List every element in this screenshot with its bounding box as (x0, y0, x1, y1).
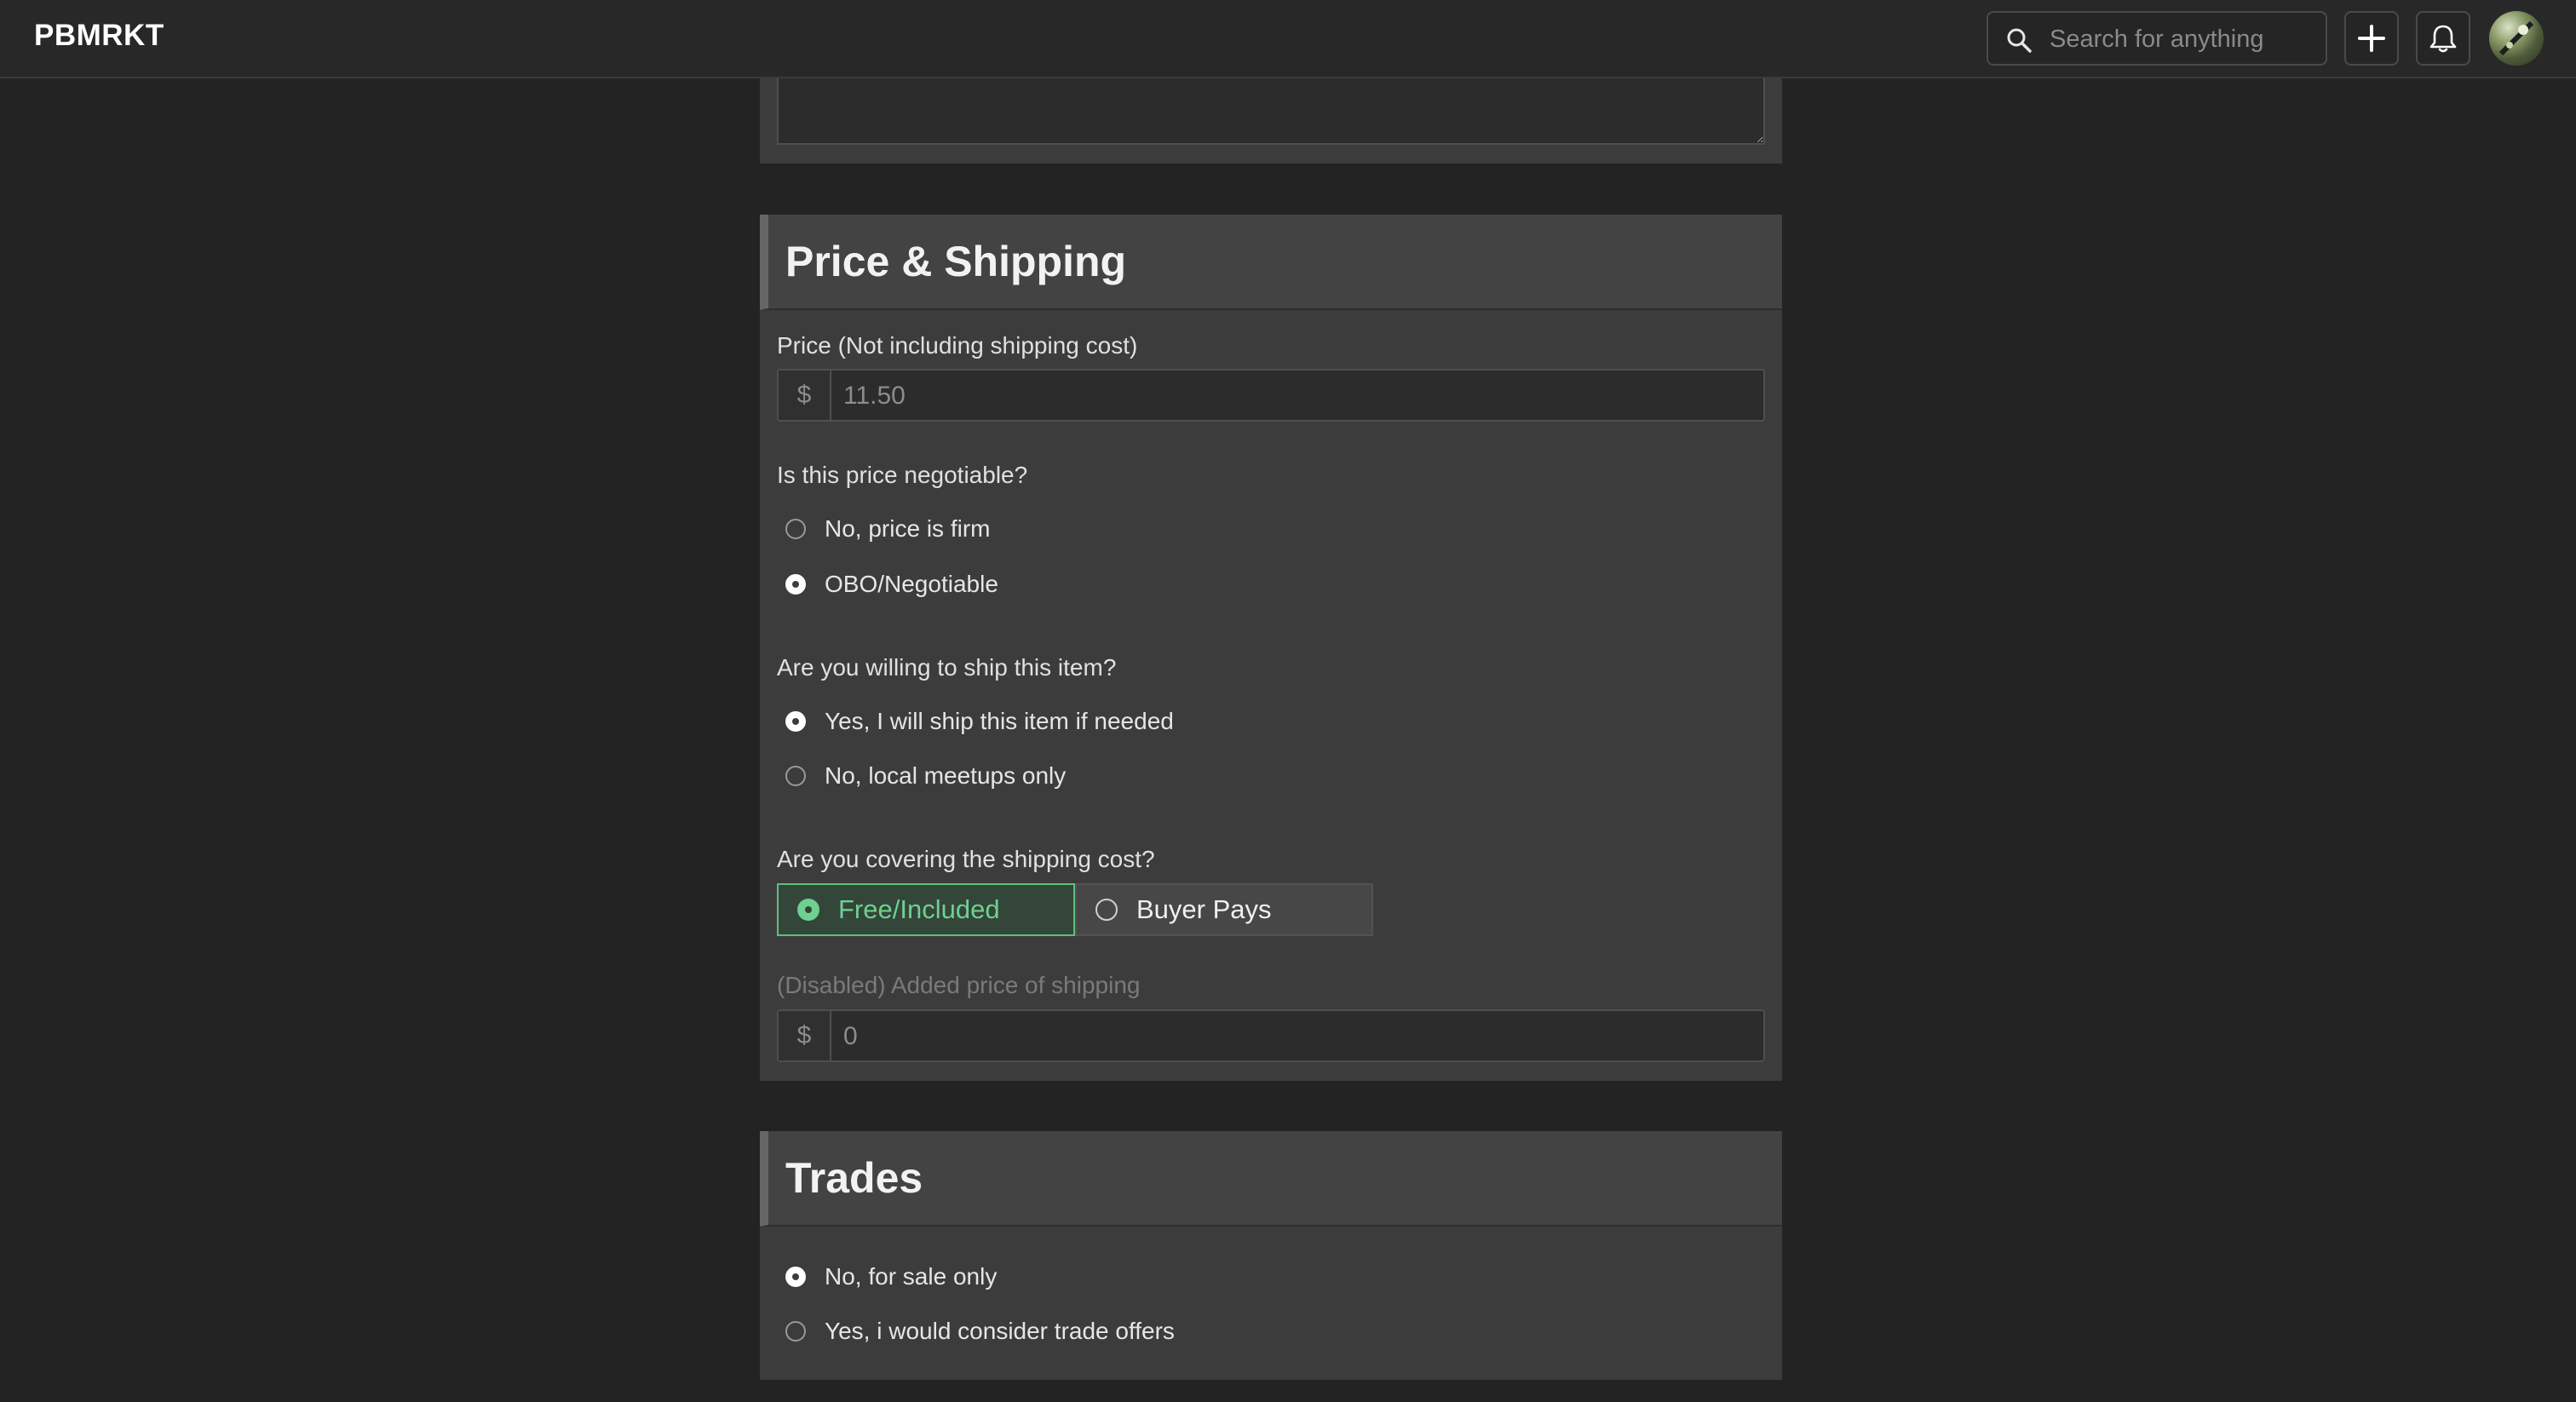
price-input-group: $ (777, 369, 1765, 422)
top-navbar: PBMRKT (0, 0, 2576, 78)
option-label: Free/Included (838, 894, 1000, 924)
added-shipping-input (842, 1018, 1748, 1055)
radio-label: No, for sale only (825, 1263, 998, 1290)
search-icon (2007, 28, 2032, 53)
radio-label: Yes, I will ship this item if needed (825, 708, 1174, 734)
shipping-cost-toggle: Free/Included Buyer Pays (777, 883, 1373, 936)
section-title: Price & Shipping (785, 238, 1127, 285)
avatar-image-icon (2498, 20, 2534, 56)
radio-label: OBO/Negotiable (825, 571, 998, 597)
radio-selected-icon (797, 899, 819, 921)
radio-icon (785, 766, 806, 786)
trades-header: Trades (760, 1131, 1782, 1227)
radio-icon (785, 519, 806, 539)
search-input[interactable] (2048, 20, 2315, 59)
currency-symbol: $ (779, 371, 831, 420)
radio-label: No, local meetups only (825, 762, 1067, 789)
radio-will-ship[interactable]: Yes, I will ship this item if needed (785, 704, 1174, 738)
option-label: Buyer Pays (1136, 894, 1272, 924)
currency-symbol: $ (779, 1011, 831, 1060)
brand-logo[interactable]: PBMRKT (34, 19, 164, 53)
buyer-pays-option[interactable]: Buyer Pays (1075, 883, 1373, 936)
negotiable-question: Is this price negotiable? (777, 462, 1028, 488)
shipping-cost-question: Are you covering the shipping cost? (777, 846, 1155, 872)
notifications-button[interactable] (2416, 11, 2470, 66)
radio-sale-only[interactable]: No, for sale only (785, 1260, 997, 1294)
section-title: Trades (785, 1154, 923, 1202)
radio-label: Yes, i would consider trade offers (825, 1318, 1175, 1344)
search-box[interactable] (1987, 11, 2327, 66)
radio-selected-icon (785, 574, 806, 595)
radio-local-only[interactable]: No, local meetups only (785, 759, 1066, 793)
price-shipping-card: Price & Shipping Price (Not including sh… (760, 215, 1782, 1081)
added-shipping-label: (Disabled) Added price of shipping (777, 972, 1141, 998)
radio-selected-icon (785, 1267, 806, 1287)
ship-question: Are you willing to ship this item? (777, 654, 1117, 681)
price-input[interactable] (842, 377, 1748, 415)
create-listing-button[interactable] (2344, 11, 2399, 66)
added-shipping-input-group: $ (777, 1009, 1765, 1062)
description-card (760, 78, 1782, 164)
description-textarea[interactable] (777, 78, 1765, 145)
plus-icon (2358, 25, 2385, 52)
radio-label: No, price is firm (825, 515, 991, 542)
free-included-option[interactable]: Free/Included (777, 883, 1075, 936)
radio-selected-icon (785, 711, 806, 732)
trades-card: Trades No, for sale only Yes, i would co… (760, 1131, 1782, 1380)
radio-icon (1095, 899, 1118, 921)
avatar[interactable] (2489, 11, 2544, 66)
price-label: Price (Not including shipping cost) (777, 332, 1138, 359)
price-shipping-header: Price & Shipping (760, 215, 1782, 310)
radio-consider-trades[interactable]: Yes, i would consider trade offers (785, 1314, 1175, 1348)
radio-icon (785, 1321, 806, 1342)
radio-price-firm[interactable]: No, price is firm (785, 512, 990, 546)
radio-obo-negotiable[interactable]: OBO/Negotiable (785, 567, 998, 601)
bell-icon (2429, 25, 2457, 53)
